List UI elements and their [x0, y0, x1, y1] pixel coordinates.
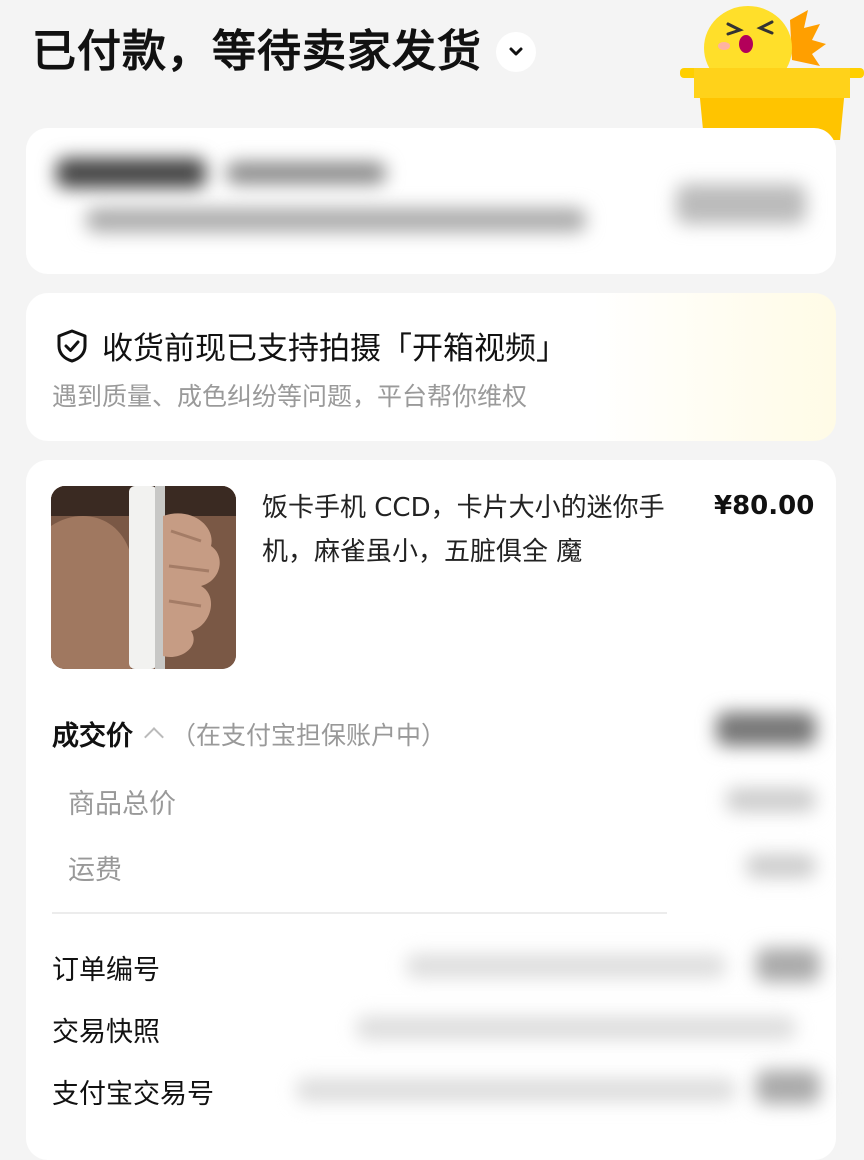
- product-price: ¥80.00: [714, 491, 815, 521]
- product-photo-icon: [51, 486, 236, 669]
- blurred-address: [86, 208, 586, 232]
- blurred-phone: [226, 162, 386, 184]
- order-status-title: 已付款，等待卖家发货: [32, 26, 482, 77]
- order-card: 饭卡手机 CCD，卡片大小的迷你手机，麻雀虽小，五脏俱全 魔 ¥80.00 成交…: [26, 460, 836, 1160]
- mascot-icon: [680, 6, 864, 140]
- address-card[interactable]: [26, 128, 836, 274]
- blurred-deal-price: [716, 712, 816, 746]
- order-number-label: 订单编号: [52, 955, 160, 986]
- blurred-alipay-copy-button[interactable]: [756, 1070, 820, 1104]
- promo-title: 收货前现已支持拍摄「开箱视频」: [102, 331, 567, 367]
- deal-price-row[interactable]: 成交价 （在支付宝担保账户中）: [52, 714, 446, 753]
- divider: [52, 912, 667, 914]
- status-dropdown-button[interactable]: [496, 32, 536, 72]
- blurred-alipay-number: [296, 1078, 736, 1102]
- unboxing-video-banner[interactable]: 收货前现已支持拍摄「开箱视频」 遇到质量、成色纠纷等问题，平台帮你维权: [26, 293, 836, 441]
- trade-snapshot-label[interactable]: 交易快照: [52, 1010, 160, 1049]
- goods-total-label: 商品总价: [68, 789, 176, 820]
- product-thumbnail[interactable]: [51, 486, 236, 669]
- promo-subtitle: 遇到质量、成色纠纷等问题，平台帮你维权: [52, 382, 528, 411]
- alipay-trade-number-label: 支付宝交易号: [52, 1079, 214, 1110]
- blurred-action: [676, 184, 806, 224]
- blurred-goods-total: [726, 788, 816, 812]
- product-title[interactable]: 饭卡手机 CCD，卡片大小的迷你手机，麻雀虽小，五脏俱全 魔: [262, 486, 692, 574]
- deal-price-label: 成交价: [52, 721, 133, 752]
- blurred-order-number: [406, 954, 726, 978]
- chevron-up-icon: [144, 726, 164, 747]
- shipping-fee-label: 运费: [68, 855, 122, 886]
- escrow-note: （在支付宝担保账户中）: [171, 720, 447, 750]
- shield-check-icon: [57, 329, 87, 362]
- chevron-down-icon: [509, 47, 523, 56]
- blurred-recipient: [56, 158, 206, 188]
- blurred-snapshot: [356, 1016, 796, 1040]
- blurred-copy-button[interactable]: [756, 948, 820, 982]
- page-header: 已付款，等待卖家发货: [32, 22, 536, 82]
- blurred-shipping-fee: [746, 854, 816, 878]
